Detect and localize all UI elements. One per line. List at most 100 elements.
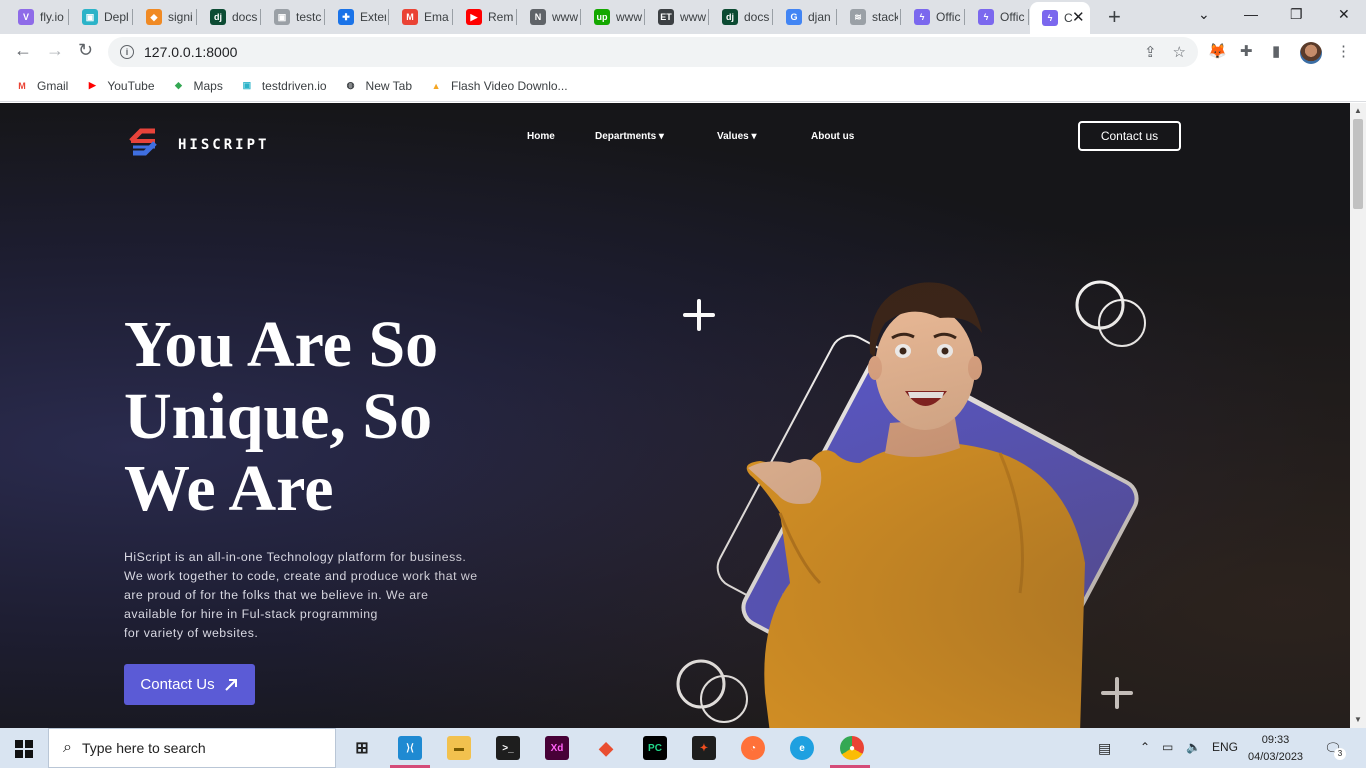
bookmark-item[interactable]: ▶ YouTube [84, 78, 155, 93]
tab-title: Depl [104, 10, 129, 24]
tab-separator [1028, 9, 1029, 25]
back-arrow-icon[interactable]: ← [14, 40, 32, 61]
extensions-puzzle-icon[interactable]: ✚ [1240, 42, 1253, 60]
reload-icon[interactable]: ↻ [78, 40, 93, 61]
tab-title: fly.io [40, 10, 64, 24]
terminal-icon[interactable]: >_ [496, 736, 520, 760]
browser-tab[interactable]: ▣ testc [262, 4, 322, 30]
browser-tab-strip: Vfly.io ▣ Depl ◆ signi dj docs ▣ testc ✚ Exter M Ema… [0, 0, 1366, 34]
restore-button[interactable]: ❐ [1290, 6, 1303, 23]
contact-us-header-button[interactable]: Contact us [1078, 121, 1181, 151]
browser-tab[interactable]: ϟ Offic [902, 4, 962, 30]
browser-tab[interactable]: ▶ Rem [454, 4, 514, 30]
battery-icon[interactable]: ▭ [1162, 740, 1173, 754]
pycharm-icon[interactable]: PC [643, 736, 667, 760]
tab-favicon-icon: dj [722, 9, 738, 25]
search-icon: ⌕ [63, 739, 72, 756]
browser-tab[interactable]: ET www [646, 4, 706, 30]
language-indicator[interactable]: ENG [1212, 740, 1238, 754]
taskbar-search-box[interactable]: ⌕ Type here to search [48, 728, 336, 768]
nav-about-us[interactable]: About us [811, 131, 854, 142]
minimize-button[interactable]: — [1244, 6, 1258, 22]
bookmark-star-icon[interactable]: ☆ [1173, 43, 1186, 61]
scrollbar-thumb[interactable] [1353, 119, 1363, 209]
hero-description-line: for variety of websites. [124, 626, 259, 640]
browser-tab[interactable]: Vfly.io [6, 4, 66, 30]
chrome-menu-icon[interactable]: ⋮ [1336, 42, 1351, 60]
bookmark-label: Maps [193, 78, 223, 93]
browser-tab[interactable]: ▣ Depl [70, 4, 130, 30]
bookmark-item[interactable]: ◍ New Tab [343, 79, 412, 93]
adobe-xd-icon[interactable]: Xd [545, 736, 569, 760]
browser-tab[interactable]: Nwww [518, 4, 578, 30]
nav-departments-dropdown[interactable]: Departments ▾ [595, 131, 664, 142]
hiscript-logo-icon[interactable] [127, 125, 159, 157]
site-info-icon[interactable]: i [120, 45, 134, 59]
bookmark-item[interactable]: ▣ testdriven.io [239, 79, 327, 93]
scroll-up-icon[interactable]: ▲ [1354, 106, 1362, 115]
file-explorer-icon[interactable]: ▬ [447, 736, 471, 760]
profile-avatar[interactable] [1300, 42, 1322, 64]
hero-title-line: Unique, So [124, 380, 433, 453]
arrow-up-right-icon [224, 678, 237, 691]
tab-favicon-icon: ✚ [338, 9, 354, 25]
vscode-icon[interactable]: ⟩⟨ [398, 736, 422, 760]
browser-tab[interactable]: M Ema [390, 4, 450, 30]
bookmark-label: testdriven.io [261, 78, 327, 93]
tab-separator [68, 9, 69, 25]
task-view-icon[interactable]: ⊞ [350, 736, 374, 760]
hero-description-line: are proud of for the folks that we belie… [124, 588, 429, 602]
scroll-down-icon[interactable]: ▼ [1354, 715, 1362, 724]
new-tab-button[interactable]: + [1108, 4, 1121, 30]
windows-start-icon[interactable] [15, 740, 33, 758]
side-panel-icon[interactable]: ▮ [1272, 42, 1280, 60]
tab-title: docs [232, 10, 258, 24]
tab-search-chevron-icon[interactable]: ⌄ [1198, 6, 1210, 23]
bookmark-label: YouTube [107, 78, 155, 93]
taskbar-clock[interactable]: 09:33 04/03/2023 [1248, 732, 1303, 766]
nav-home[interactable]: Home [527, 131, 555, 142]
edge-icon[interactable]: e [790, 736, 814, 760]
git-icon[interactable]: ◆ [594, 736, 618, 760]
metamask-extension-icon[interactable]: 🦊 [1208, 42, 1227, 60]
address-url[interactable]: 127.0.0.1:8000 [144, 44, 237, 60]
bookmark-item[interactable]: ◆ Maps [171, 79, 223, 93]
bookmark-label: New Tab [365, 78, 413, 93]
browser-tab[interactable]: ϟ Offic [966, 4, 1026, 30]
nav-values-dropdown[interactable]: Values ▾ [717, 131, 757, 142]
figma-icon[interactable]: ✦ [692, 736, 716, 760]
tab-favicon-icon: ◆ [146, 9, 162, 25]
bookmark-item[interactable]: M Gmail [14, 79, 68, 93]
brand-name[interactable]: HISCRIPT [178, 137, 269, 153]
page-scrollbar[interactable]: ▲ ▼ [1350, 103, 1366, 728]
tab-separator [452, 9, 453, 25]
volume-icon[interactable]: 🔈 [1186, 740, 1201, 754]
browser-tab[interactable]: Gdjan [774, 4, 834, 30]
news-widget-icon[interactable]: ▤ [1098, 740, 1111, 757]
bookmark-favicon-icon: M [18, 80, 26, 91]
firefox-icon[interactable]: ◔ [741, 736, 765, 760]
window-close-button[interactable]: ✕ [1338, 6, 1350, 23]
contact-us-cta-button[interactable]: Contact Us [124, 664, 255, 705]
tray-chevron-icon[interactable]: ⌃ [1140, 740, 1150, 754]
browser-tab[interactable]: dj docs [198, 4, 258, 30]
share-icon[interactable]: ⇪ [1144, 43, 1157, 61]
forward-arrow-icon[interactable]: → [46, 40, 64, 61]
tab-title: Ema [424, 10, 449, 24]
close-tab-icon[interactable]: ✕ [1072, 8, 1085, 26]
address-bar[interactable]: i 127.0.0.1:8000 ⇪ ☆ [108, 37, 1198, 67]
hero-description-line: available for hire in Ful-stack programm… [124, 607, 378, 621]
tab-favicon-icon: ϟ [1042, 10, 1058, 26]
chrome-icon[interactable]: ● [840, 736, 864, 760]
browser-tab[interactable]: ≋ stack [838, 4, 898, 30]
tab-favicon-icon: ▣ [274, 9, 290, 25]
browser-tab[interactable]: ✚ Exter [326, 4, 386, 30]
browser-tab[interactable]: dj docs [710, 4, 770, 30]
clock-time: 09:33 [1261, 734, 1290, 746]
browser-tab[interactable]: ◆ signi [134, 4, 194, 30]
bookmark-item[interactable]: ▲ Flash Video Downlo... [428, 79, 568, 93]
hero-description-line: HiScript is an all-in-one Technology pla… [124, 550, 467, 564]
browser-tab[interactable]: up www [582, 4, 642, 30]
hero-title-line: We Are [124, 452, 334, 525]
smiling-man-photo [746, 282, 1085, 728]
